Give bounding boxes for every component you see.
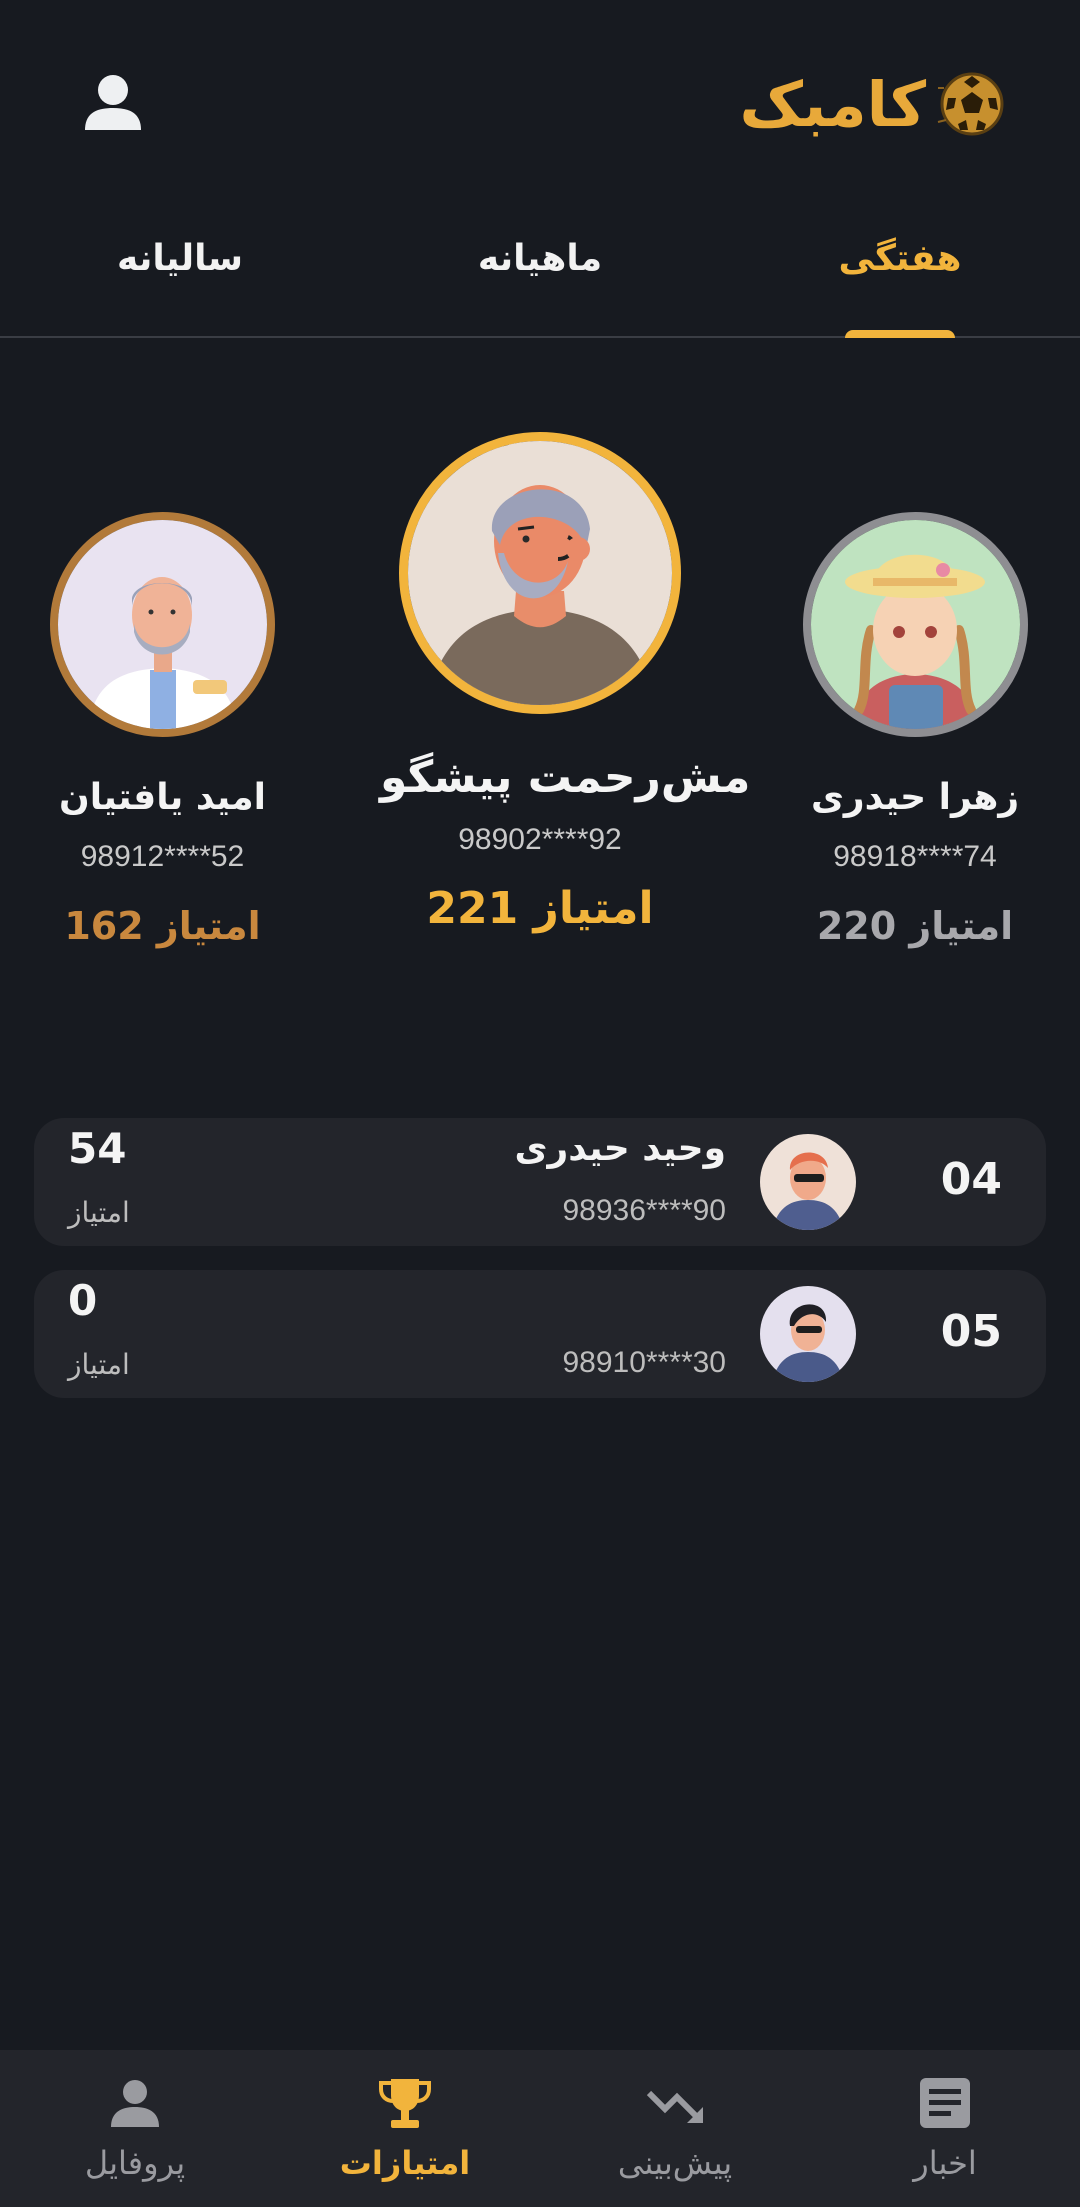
app-header: کامبک bbox=[0, 0, 1080, 200]
tab-yearly[interactable]: سالیانه bbox=[80, 238, 280, 279]
tab-weekly[interactable]: هفتگی bbox=[800, 238, 1000, 279]
active-tab-indicator bbox=[845, 330, 955, 338]
profile-button[interactable] bbox=[80, 70, 146, 136]
podium-first-place[interactable]: مش‌رحمت پیشگو 98902****92 221 امتیاز bbox=[380, 432, 751, 934]
podium-phone: 98902****92 bbox=[458, 823, 622, 856]
avatar bbox=[760, 1134, 856, 1230]
bottom-navigation: پروفایل امتیازات پیش‌بینی bbox=[0, 2050, 1080, 2207]
nav-label: امتیازات bbox=[339, 2144, 471, 2182]
user-icon bbox=[111, 2080, 159, 2127]
leaderboard-row[interactable]: 05 98910****30 0 امتیاز bbox=[34, 1270, 1046, 1398]
nav-label: پیش‌بینی bbox=[617, 2144, 733, 2182]
podium-score: 162 امتیاز bbox=[64, 904, 261, 948]
trophy-icon bbox=[379, 2079, 431, 2128]
podium-name: امید یافتیان bbox=[59, 777, 266, 818]
row-points-label: امتیاز bbox=[68, 1348, 130, 1381]
tab-monthly[interactable]: ماهیانه bbox=[440, 238, 640, 279]
podium-second-place[interactable]: زهرا حیدری 98918****74 220 امتیاز bbox=[790, 512, 1040, 948]
avatar bbox=[50, 512, 275, 737]
row-rank: 04 bbox=[940, 1154, 1002, 1205]
row-phone: 98910****30 bbox=[562, 1346, 727, 1379]
nav-profile[interactable]: پروفایل bbox=[35, 2072, 235, 2182]
row-points: 54 bbox=[68, 1124, 127, 1173]
nav-scores[interactable]: امتیازات bbox=[305, 2072, 505, 2182]
row-points: 0 bbox=[68, 1276, 98, 1325]
nav-predict[interactable]: پیش‌بینی bbox=[575, 2072, 775, 2182]
podium-phone: 98918****74 bbox=[833, 840, 997, 873]
trending-icon bbox=[646, 2090, 703, 2123]
app-logo: کامبک bbox=[739, 64, 1008, 144]
row-points-label: امتیاز bbox=[68, 1196, 130, 1229]
leaderboard-podium: امید یافتیان 98912****52 162 امتیاز مش‌ر… bbox=[0, 420, 1080, 1020]
nav-label: پروفایل bbox=[84, 2144, 186, 2182]
logo-text: کامبک bbox=[739, 67, 926, 141]
podium-phone: 98912****52 bbox=[80, 840, 245, 873]
nav-label: اخبار bbox=[913, 2144, 977, 2182]
podium-name: زهرا حیدری bbox=[810, 777, 1020, 818]
podium-score: 221 امتیاز bbox=[426, 883, 654, 934]
soccer-ball-icon bbox=[937, 72, 1004, 136]
avatar bbox=[802, 512, 1028, 737]
leaderboard-row[interactable]: 04 وحید حیدری 98936****90 54 امتیاز bbox=[34, 1118, 1046, 1246]
podium-name: مش‌رحمت پیشگو bbox=[380, 752, 751, 803]
avatar bbox=[760, 1286, 856, 1382]
podium-score: 220 امتیاز bbox=[816, 904, 1014, 948]
period-tabs: سالیانه ماهیانه هفتگی bbox=[0, 220, 1080, 338]
user-icon bbox=[85, 75, 141, 130]
podium-third-place[interactable]: امید یافتیان 98912****52 162 امتیاز bbox=[40, 512, 285, 948]
row-rank: 05 bbox=[940, 1306, 1002, 1357]
avatar bbox=[399, 432, 681, 714]
news-icon bbox=[920, 2078, 970, 2128]
row-phone: 98936****90 bbox=[562, 1194, 727, 1227]
row-name: وحید حیدری bbox=[514, 1128, 727, 1169]
nav-news[interactable]: اخبار bbox=[845, 2072, 1045, 2182]
